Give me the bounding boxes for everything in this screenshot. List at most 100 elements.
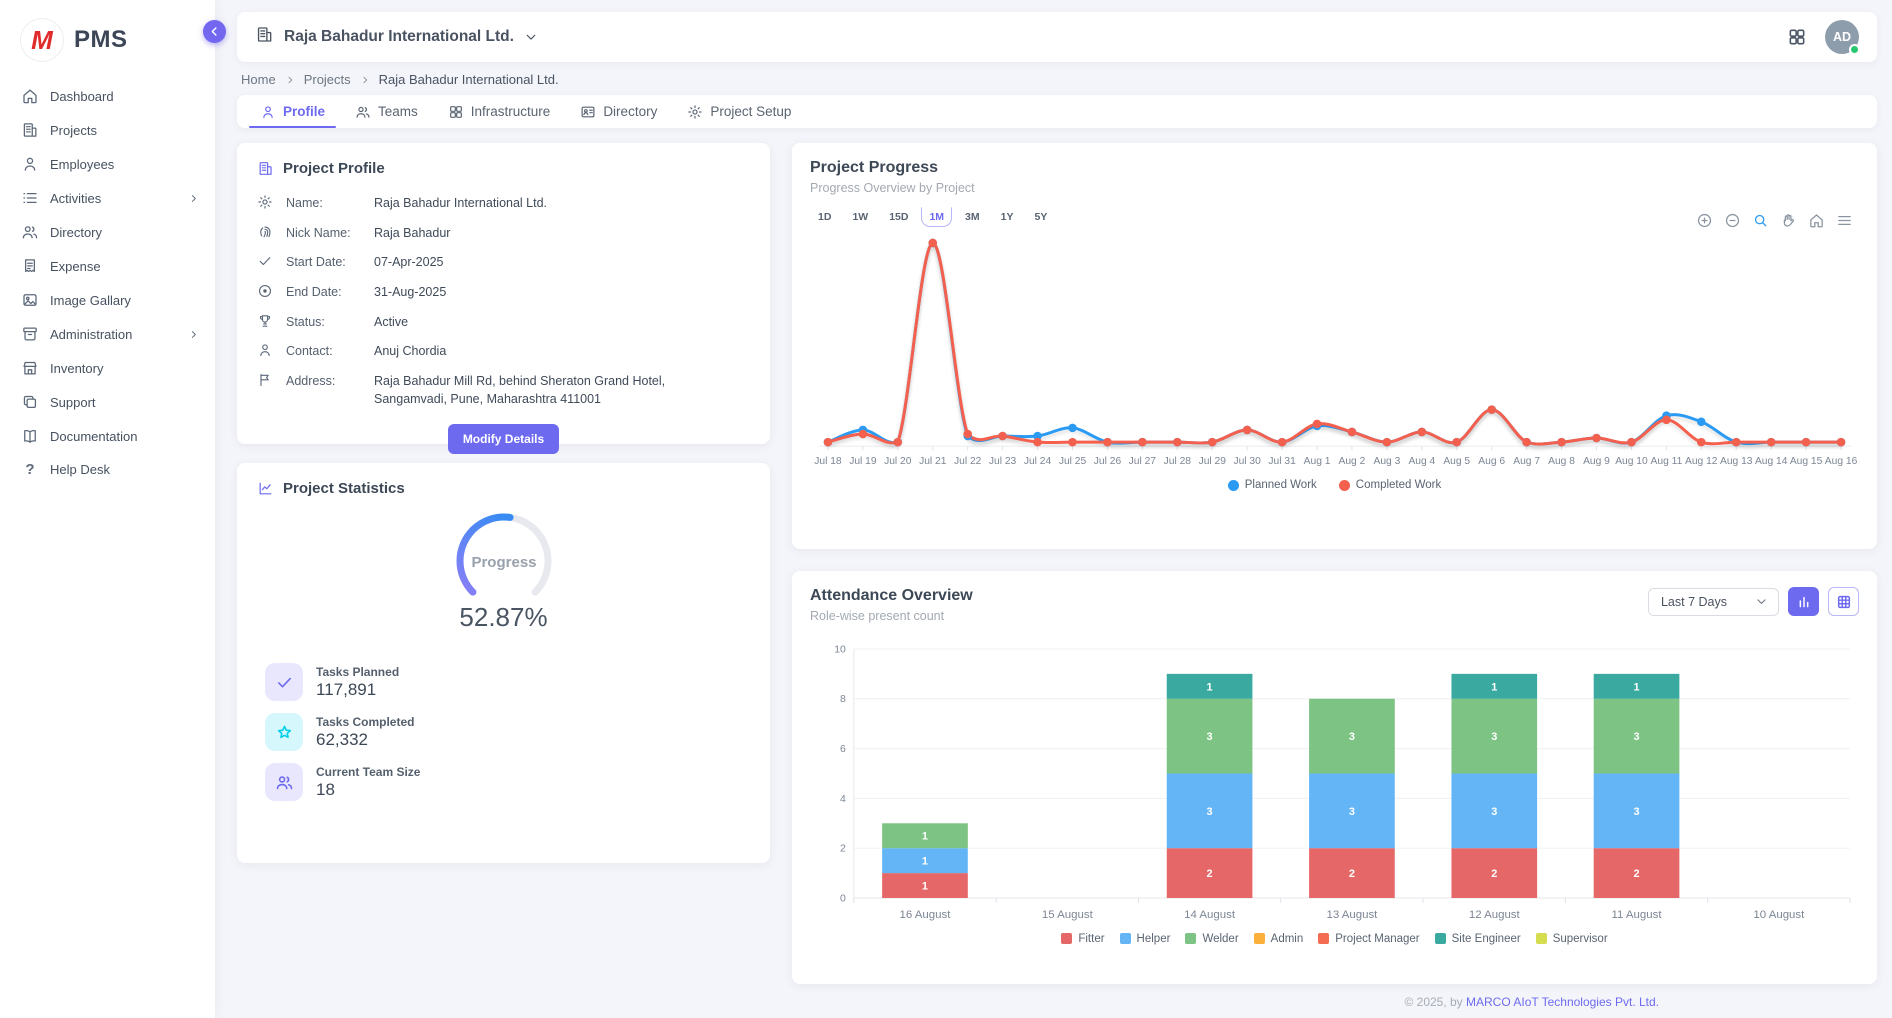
days-filter-select[interactable]: Last 7 Days: [1648, 588, 1779, 616]
app-logo[interactable]: M PMS: [0, 0, 215, 78]
sidebar-item-inventory[interactable]: Inventory: [8, 352, 207, 384]
svg-text:0: 0: [840, 893, 846, 904]
svg-text:Aug 13: Aug 13: [1720, 456, 1753, 467]
copy-icon: [21, 393, 39, 411]
modify-details-button[interactable]: Modify Details: [448, 424, 559, 454]
sidebar-item-support[interactable]: Support: [8, 386, 207, 418]
zoom-out-tool-button[interactable]: [1724, 212, 1741, 229]
chevron-right-icon: [188, 193, 199, 204]
gear-icon: [687, 104, 703, 120]
breadcrumb-home[interactable]: Home: [241, 72, 276, 87]
sidebar-item-dashboard[interactable]: Dashboard: [8, 80, 207, 112]
svg-text:Aug 7: Aug 7: [1513, 456, 1540, 467]
footer: © 2025, by MARCO AIoT Technologies Pvt. …: [237, 984, 1877, 1009]
svg-text:1: 1: [922, 831, 928, 843]
check-icon: [265, 663, 303, 701]
legend-project-manager[interactable]: Project Manager: [1318, 933, 1419, 945]
legend-admin[interactable]: Admin: [1254, 933, 1304, 945]
sidebar-item-image-gallary[interactable]: Image Gallary: [8, 284, 207, 316]
svg-text:Jul 28: Jul 28: [1164, 456, 1192, 467]
breadcrumb-separator: [360, 75, 370, 85]
menu-tool-button[interactable]: [1836, 212, 1853, 229]
selection-zoom-tool-button[interactable]: [1752, 212, 1769, 229]
trophy-icon: [257, 313, 273, 329]
home-tool-button[interactable]: [1808, 212, 1825, 229]
attendance-subtitle: Role-wise present count: [810, 609, 973, 623]
range-1m[interactable]: 1M: [921, 207, 952, 227]
sidebar-item-label: Administration: [50, 327, 177, 342]
bar-chart-view-button[interactable]: [1788, 587, 1819, 616]
sidebar-item-label: Employees: [50, 157, 199, 172]
company-name: Raja Bahadur International Ltd.: [284, 28, 514, 46]
stat-label: Tasks Planned: [316, 665, 399, 679]
project-progress-chart[interactable]: Jul 18Jul 19Jul 20Jul 21Jul 22Jul 23Jul …: [810, 235, 1859, 479]
svg-text:Aug 11: Aug 11: [1651, 456, 1683, 467]
range-3m[interactable]: 3M: [957, 207, 988, 227]
field-label: Nick Name:: [286, 224, 361, 242]
sidebar-item-help-desk[interactable]: ?Help Desk: [8, 454, 207, 485]
project-statistics-card: Project Statistics Progress 52.87% Tasks…: [237, 463, 770, 863]
legend-supervisor[interactable]: Supervisor: [1536, 933, 1608, 945]
svg-text:Jul 31: Jul 31: [1268, 456, 1296, 467]
tab-directory[interactable]: Directory: [565, 95, 672, 128]
attendance-title: Attendance Overview: [810, 587, 973, 605]
svg-text:Aug 10: Aug 10: [1615, 456, 1648, 467]
zoom-in-tool-button[interactable]: [1696, 212, 1713, 229]
svg-text:4: 4: [840, 794, 846, 805]
sidebar-item-directory[interactable]: Directory: [8, 216, 207, 248]
tab-infrastructure[interactable]: Infrastructure: [433, 95, 566, 128]
legend-completed-work[interactable]: Completed Work: [1339, 479, 1441, 491]
legend-welder[interactable]: Welder: [1185, 933, 1238, 945]
svg-text:3: 3: [1349, 731, 1355, 743]
sidebar-item-documentation[interactable]: Documentation: [8, 420, 207, 452]
legend-site-engineer[interactable]: Site Engineer: [1435, 933, 1521, 945]
tab-profile[interactable]: Profile: [245, 95, 340, 128]
attendance-bar-chart[interactable]: 024681011116 August15 August233114 Augus…: [810, 637, 1859, 931]
legend-helper[interactable]: Helper: [1120, 933, 1171, 945]
stat-tasks-planned: Tasks Planned117,891: [265, 663, 750, 701]
range-5y[interactable]: 5Y: [1026, 207, 1055, 227]
sidebar-item-activities[interactable]: Activities: [8, 182, 207, 214]
pan-tool-button[interactable]: [1780, 212, 1797, 229]
sidebar-collapse-button[interactable]: [203, 20, 226, 43]
svg-text:Jul 25: Jul 25: [1059, 456, 1087, 467]
range-1y[interactable]: 1Y: [993, 207, 1022, 227]
range-1d[interactable]: 1D: [810, 207, 839, 227]
field-value: Anuj Chordia: [374, 342, 446, 360]
apps-grid-button[interactable]: [1787, 27, 1807, 47]
tab-label: Directory: [603, 104, 657, 119]
svg-text:10: 10: [834, 644, 846, 655]
svg-text:14 August: 14 August: [1184, 909, 1236, 921]
sidebar-nav: DashboardProjects Employees ActivitiesDire…: [0, 78, 215, 489]
progress-chart-title: Project Progress: [810, 159, 1859, 177]
svg-text:Jul 30: Jul 30: [1233, 456, 1261, 467]
range-15d[interactable]: 15D: [881, 207, 916, 227]
attendance-overview-card: Attendance Overview Role-wise present co…: [792, 571, 1877, 984]
tab-teams[interactable]: Teams: [340, 95, 433, 128]
sidebar-item-expense[interactable]: Expense: [8, 250, 207, 282]
sidebar-item-administration[interactable]: Administration: [8, 318, 207, 350]
avatar[interactable]: AD: [1825, 20, 1859, 54]
zoom-in-icon: [1696, 212, 1713, 229]
svg-text:Jul 27: Jul 27: [1129, 456, 1157, 467]
sidebar-item-projects[interactable]: Projects: [8, 114, 207, 146]
pan-icon: [1780, 212, 1797, 229]
company-selector[interactable]: Raja Bahadur International Ltd.: [255, 25, 538, 49]
table-view-button[interactable]: [1828, 587, 1859, 616]
svg-text:3: 3: [1349, 806, 1355, 818]
breadcrumb-projects[interactable]: Projects: [304, 72, 351, 87]
profile-field-contact: Contact:Anuj Chordia: [257, 342, 750, 360]
stat-value: 62,332: [316, 730, 414, 750]
legend-fitter[interactable]: Fitter: [1061, 933, 1104, 945]
contact-card-icon: [580, 104, 596, 120]
sidebar-item-employees[interactable]: Employees: [8, 148, 207, 180]
range-1w[interactable]: 1W: [844, 207, 876, 227]
person-icon: [21, 155, 39, 173]
footer-company-link[interactable]: MARCO AIoT Technologies Pvt. Ltd.: [1466, 995, 1659, 1009]
line-chart-svg: Jul 18Jul 19Jul 20Jul 21Jul 22Jul 23Jul …: [810, 235, 1859, 474]
svg-text:Aug 3: Aug 3: [1373, 456, 1400, 467]
tab-label: Project Setup: [710, 104, 791, 119]
legend-planned-work[interactable]: Planned Work: [1228, 479, 1317, 491]
legend-label: Planned Work: [1245, 479, 1317, 491]
tab-project-setup[interactable]: Project Setup: [672, 95, 806, 128]
